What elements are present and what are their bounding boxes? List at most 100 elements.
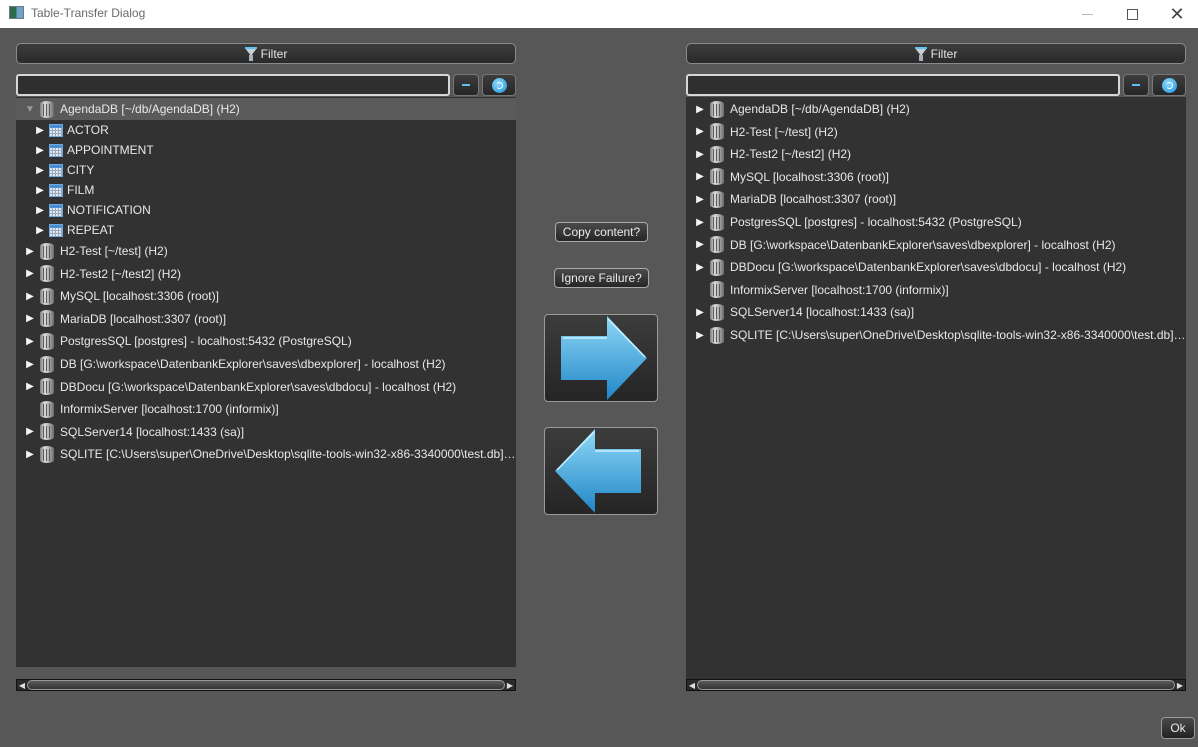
- transfer-left-button[interactable]: [544, 427, 658, 515]
- target-tree[interactable]: ▶ AgendaDB [~/db/AgendaDB] (H2) ▶ H2-Test […: [686, 97, 1186, 679]
- source-filter-button[interactable]: Filter: [16, 43, 516, 64]
- tree-item-label: MariaDB [localhost:3307 (root)]: [60, 311, 227, 326]
- collapsed-arrow-icon[interactable]: ▶: [34, 205, 46, 216]
- collapsed-arrow-icon[interactable]: ▶: [24, 426, 36, 437]
- tree-item-database[interactable]: ▶ SQLITE [C:\Users\super\OneDrive\Desktop…: [686, 324, 1186, 346]
- target-horizontal-scrollbar[interactable]: ◀ ▶: [686, 679, 1186, 691]
- collapsed-arrow-icon[interactable]: ▶: [34, 145, 46, 156]
- database-icon: [40, 400, 54, 418]
- collapsed-arrow-icon[interactable]: ▶: [694, 104, 706, 115]
- tree-item-label: PostgresSQL [postgres] - localhost:5432 …: [730, 215, 1022, 229]
- collapsed-arrow-icon[interactable]: ▶: [34, 125, 46, 136]
- collapsed-arrow-icon[interactable]: ▶: [24, 381, 36, 392]
- target-refresh-button[interactable]: [1152, 74, 1186, 96]
- target-search-input[interactable]: [686, 74, 1120, 96]
- title-bar: Table-Transfer Dialog ✕: [0, 0, 1198, 28]
- tree-item-database[interactable]: ▶ DBDocu [G:\workspace\DatenbankExplorer\…: [16, 376, 516, 398]
- tree-item-database[interactable]: ▼ AgendaDB [~/db/AgendaDB] (H2): [16, 98, 516, 120]
- collapsed-arrow-icon[interactable]: ▶: [24, 291, 36, 302]
- collapsed-arrow-icon[interactable]: ▶: [694, 262, 706, 273]
- tree-item-table[interactable]: ▶ ACTOR: [16, 120, 516, 140]
- collapsed-arrow-icon[interactable]: ▶: [34, 185, 46, 196]
- ignore-failure-toggle[interactable]: Ignore Failure?: [554, 268, 649, 288]
- collapsed-arrow-icon[interactable]: ▶: [694, 307, 706, 318]
- database-icon: [710, 190, 724, 208]
- database-icon: [710, 213, 724, 231]
- tree-item-database[interactable]: ▶ PostgresSQL [postgres] - localhost:5432…: [16, 330, 516, 352]
- collapsed-arrow-icon[interactable]: ▶: [694, 149, 706, 160]
- tree-item-database[interactable]: ▶ SQLServer14 [localhost:1433 (sa)]: [16, 421, 516, 443]
- collapsed-arrow-icon[interactable]: ▶: [24, 449, 36, 460]
- collapsed-arrow-icon[interactable]: ▶: [34, 165, 46, 176]
- collapsed-arrow-icon[interactable]: ▶: [694, 239, 706, 250]
- tree-item-database[interactable]: ▶ MariaDB [localhost:3307 (root)]: [686, 188, 1186, 210]
- tree-item-table[interactable]: ▶ APPOINTMENT: [16, 140, 516, 160]
- collapsed-arrow-icon[interactable]: ▶: [24, 359, 36, 370]
- tree-item-database[interactable]: ▶ AgendaDB [~/db/AgendaDB] (H2): [686, 98, 1186, 120]
- table-icon: [49, 163, 63, 177]
- collapsed-arrow-icon[interactable]: ▶: [694, 330, 706, 341]
- source-horizontal-scrollbar[interactable]: ◀ ▶: [16, 679, 516, 691]
- tree-item-database[interactable]: ▶ PostgresSQL [postgres] - localhost:5432…: [686, 211, 1186, 233]
- tree-item-database[interactable]: ▶ H2-Test2 [~/test2] (H2): [16, 263, 516, 285]
- database-icon: [710, 168, 724, 186]
- tree-item-label: NOTIFICATION: [67, 203, 151, 217]
- collapsed-arrow-icon[interactable]: ▶: [694, 126, 706, 137]
- collapsed-arrow-icon[interactable]: ▶: [24, 268, 36, 279]
- scroll-right-icon[interactable]: ▶: [1175, 680, 1185, 690]
- collapsed-arrow-icon[interactable]: ▶: [34, 225, 46, 236]
- expanded-arrow-icon[interactable]: ▼: [24, 104, 36, 115]
- tree-item-database[interactable]: InformixServer [localhost:1700 (informix…: [686, 279, 1186, 301]
- collapsed-arrow-icon[interactable]: ▶: [24, 246, 36, 257]
- tree-item-database[interactable]: InformixServer [localhost:1700 (informix…: [16, 398, 516, 420]
- ok-button[interactable]: Ok: [1161, 717, 1195, 739]
- transfer-right-button[interactable]: [544, 314, 658, 402]
- tree-item-table[interactable]: ▶ NOTIFICATION: [16, 200, 516, 220]
- tree-item-label: H2-Test [~/test] (H2): [730, 124, 838, 139]
- scroll-left-icon[interactable]: ◀: [687, 680, 697, 690]
- filter-icon: [914, 46, 927, 61]
- tree-item-database[interactable]: ▶ DB [G:\workspace\DatenbankExplorer\save…: [16, 353, 516, 375]
- tree-item-table[interactable]: ▶ FILM: [16, 180, 516, 200]
- database-icon: [40, 265, 54, 283]
- source-search-input[interactable]: [16, 74, 450, 96]
- close-button[interactable]: ✕: [1154, 0, 1198, 28]
- tree-item-label: AgendaDB [~/db/AgendaDB] (H2): [60, 102, 240, 116]
- collapsed-arrow-icon[interactable]: ▶: [24, 336, 36, 347]
- scroll-left-icon[interactable]: ◀: [17, 680, 27, 690]
- tree-item-database[interactable]: ▶ H2-Test [~/test] (H2): [686, 121, 1186, 143]
- source-refresh-button[interactable]: [482, 74, 516, 96]
- scroll-right-icon[interactable]: ▶: [505, 680, 515, 690]
- collapsed-arrow-icon[interactable]: ▶: [694, 171, 706, 182]
- collapsed-arrow-icon[interactable]: ▶: [694, 194, 706, 205]
- scroll-thumb[interactable]: [27, 680, 505, 690]
- target-filter-button[interactable]: Filter: [686, 43, 1186, 64]
- tree-item-table[interactable]: ▶ CITY: [16, 160, 516, 180]
- tree-item-database[interactable]: ▶ H2-Test [~/test] (H2): [16, 240, 516, 262]
- minimize-button[interactable]: [1064, 0, 1110, 28]
- tree-item-database[interactable]: ▶ SQLServer14 [localhost:1433 (sa)]: [686, 301, 1186, 323]
- scroll-thumb[interactable]: [697, 680, 1175, 690]
- source-collapse-button[interactable]: [453, 74, 479, 96]
- tree-item-label: MariaDB [localhost:3307 (root)]: [730, 192, 897, 207]
- tree-item-database[interactable]: ▶ DBDocu [G:\workspace\DatenbankExplorer\…: [686, 256, 1186, 278]
- source-tree[interactable]: ▼ AgendaDB [~/db/AgendaDB] (H2) ▶ ACTOR ▶ APP…: [16, 97, 516, 667]
- copy-content-toggle[interactable]: Copy content?: [555, 222, 648, 242]
- tree-item-database[interactable]: ▶ MariaDB [localhost:3307 (root)]: [16, 308, 516, 330]
- minimize-icon: [1081, 13, 1093, 15]
- tree-item-table[interactable]: ▶ REPEAT: [16, 220, 516, 240]
- tree-item-database[interactable]: ▶ MySQL [localhost:3306 (root)]: [16, 285, 516, 307]
- collapsed-arrow-icon[interactable]: ▶: [694, 217, 706, 228]
- tree-item-database[interactable]: ▶ H2-Test2 [~/test2] (H2): [686, 143, 1186, 165]
- source-panel: Filter ▼ AgendaDB [~/db/AgendaDB] (H2) ▶ AC…: [16, 43, 516, 691]
- tree-item-database[interactable]: ▶ DB [G:\workspace\DatenbankExplorer\save…: [686, 234, 1186, 256]
- maximize-button[interactable]: [1109, 0, 1155, 28]
- tree-item-label: REPEAT: [67, 223, 115, 237]
- tree-item-label: APPOINTMENT: [67, 143, 154, 157]
- collapsed-arrow-icon[interactable]: ▶: [24, 313, 36, 324]
- tree-item-database[interactable]: ▶ SQLITE [C:\Users\super\OneDrive\Desktop…: [16, 443, 516, 465]
- tree-item-database[interactable]: ▶ MySQL [localhost:3306 (root)]: [686, 166, 1186, 188]
- target-collapse-button[interactable]: [1123, 74, 1149, 96]
- close-icon: ✕: [1169, 3, 1185, 24]
- target-panel: Filter ▶ AgendaDB [~/db/AgendaDB] (H2) ▶ H2…: [686, 43, 1186, 691]
